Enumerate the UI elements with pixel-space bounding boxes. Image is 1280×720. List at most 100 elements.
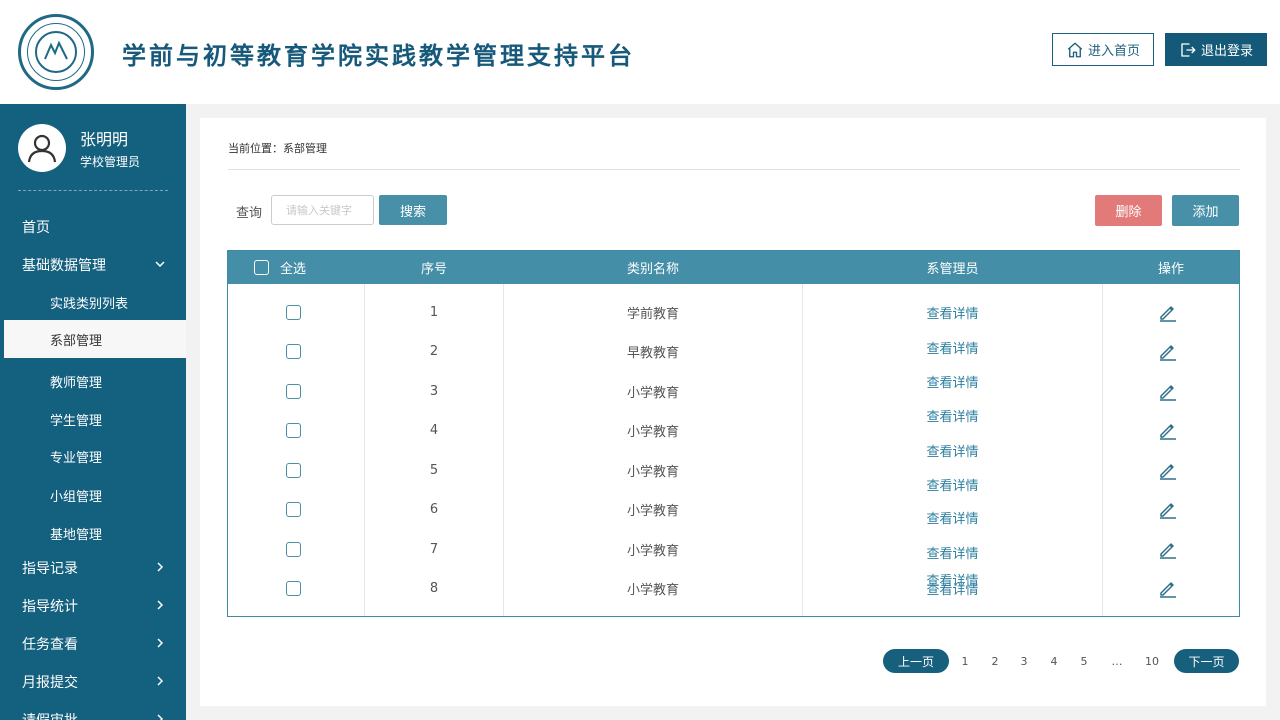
page-link[interactable]: 2 xyxy=(983,649,1007,673)
search-button[interactable]: 搜索 xyxy=(379,195,447,225)
sidebar-item-label: 月报提交 xyxy=(22,675,78,691)
main-card: 当前位置：系部管理 查询 搜索 删除 添加 全选 序号 类别名称 系管理员 操作… xyxy=(200,118,1266,706)
row-category-name: 小学教育 xyxy=(626,464,679,480)
logo-mark-icon xyxy=(44,40,68,60)
sidebar-item-label: 基地管理 xyxy=(50,527,103,543)
logout-button[interactable]: 退出登录 xyxy=(1165,33,1267,66)
sidebar-item-majors[interactable]: 专业管理 xyxy=(0,439,186,473)
row-checkbox[interactable] xyxy=(286,304,301,320)
row-no: 6 xyxy=(429,501,439,517)
row-checkbox[interactable] xyxy=(286,501,301,517)
sidebar-item-label: 系部管理 xyxy=(50,333,103,349)
user-icon xyxy=(27,134,57,163)
page-link[interactable]: 3 xyxy=(1012,649,1036,673)
view-details-link[interactable]: 查看详情 xyxy=(926,475,978,494)
header-operation: 操作 xyxy=(1157,262,1184,277)
sidebar-item-label: 教师管理 xyxy=(50,375,103,391)
row-checkbox[interactable] xyxy=(286,343,301,359)
edit-icon[interactable] xyxy=(1158,460,1178,480)
sidebar-item-teachers[interactable]: 教师管理 xyxy=(0,364,186,398)
chevron-right-icon xyxy=(157,714,164,720)
sidebar-item-bases[interactable]: 基地管理 xyxy=(0,516,186,550)
header-select-all: 全选 xyxy=(280,262,307,277)
row-checkbox[interactable] xyxy=(286,541,301,557)
sidebar-item-department[interactable]: 系部管理 xyxy=(4,320,186,358)
row-category-name: 小学教育 xyxy=(626,543,679,559)
search-input[interactable] xyxy=(271,195,374,225)
add-button[interactable]: 添加 xyxy=(1172,195,1239,226)
table-header: 全选 序号 类别名称 系管理员 操作 xyxy=(228,251,1239,284)
row-no: 5 xyxy=(429,462,439,478)
sidebar-item-label: 请假审批 xyxy=(22,710,78,720)
row-no: 4 xyxy=(429,422,439,438)
sidebar-item-students[interactable]: 学生管理 xyxy=(0,402,186,436)
view-details-link[interactable]: 查看详情 xyxy=(926,543,978,562)
edit-icon[interactable] xyxy=(1158,341,1178,361)
sidebar-item-label: 实践类别列表 xyxy=(50,296,129,312)
edit-icon[interactable] xyxy=(1158,420,1178,440)
next-page-button[interactable]: 下一页 xyxy=(1174,649,1239,673)
sidebar-item-guidance-records[interactable]: 指导记录 xyxy=(0,551,186,585)
breadcrumb-divider xyxy=(228,169,1240,170)
sidebar-item-label: 指导统计 xyxy=(22,599,78,615)
header: 学前与初等教育学院实践教学管理支持平台 进入首页 退出登录 xyxy=(0,0,1280,104)
row-category-name: 早教教育 xyxy=(626,345,679,361)
view-details-link[interactable]: 查看详情 xyxy=(926,441,978,460)
breadcrumb: 当前位置：系部管理 xyxy=(228,142,327,155)
select-all-checkbox[interactable] xyxy=(254,260,269,275)
row-checkbox[interactable] xyxy=(286,580,301,596)
search-label: 查询 xyxy=(236,206,263,221)
view-details-link[interactable]: 查看详情 xyxy=(926,406,978,425)
sidebar-item-guidance-stats[interactable]: 指导统计 xyxy=(0,589,186,623)
row-category-name: 学前教育 xyxy=(626,306,679,322)
view-details-link[interactable]: 查看详情 xyxy=(926,372,978,391)
logout-label: 退出登录 xyxy=(1200,44,1253,59)
sidebar-item-monthly-report[interactable]: 月报提交 xyxy=(0,665,186,699)
row-category-name: 小学教育 xyxy=(626,424,679,440)
row-category-name: 小学教育 xyxy=(626,385,679,401)
home-icon xyxy=(1067,42,1083,57)
sidebar-item-label: 首页 xyxy=(22,220,50,236)
sidebar-item-leave-approval[interactable]: 请假审批 xyxy=(0,703,186,720)
row-no: 8 xyxy=(429,580,439,596)
delete-button[interactable]: 删除 xyxy=(1095,195,1162,226)
header-category-name: 类别名称 xyxy=(626,262,679,277)
edit-icon[interactable] xyxy=(1158,539,1178,559)
page-link[interactable]: 10 xyxy=(1140,649,1164,673)
sidebar-item-groups[interactable]: 小组管理 xyxy=(0,478,186,512)
row-category-name: 小学教育 xyxy=(626,582,679,598)
page-ellipsis: … xyxy=(1111,654,1123,668)
view-details-link[interactable]: 查看详情 xyxy=(926,303,978,322)
select-all-header[interactable]: 全选 xyxy=(254,251,354,284)
sidebar-item-tasks[interactable]: 任务查看 xyxy=(0,627,186,661)
edit-icon[interactable] xyxy=(1158,381,1178,401)
page-link[interactable]: 5 xyxy=(1072,649,1096,673)
row-category-name: 小学教育 xyxy=(626,503,679,519)
edit-icon[interactable] xyxy=(1158,302,1178,322)
sidebar-item-basic-data[interactable]: 基础数据管理 xyxy=(0,248,186,282)
view-details-link[interactable]: 查看详情 xyxy=(926,508,978,527)
page-link[interactable]: 1 xyxy=(953,649,977,673)
chevron-right-icon xyxy=(157,676,164,686)
view-details-link[interactable]: 查看详情 xyxy=(926,338,978,357)
logout-icon xyxy=(1181,42,1196,57)
edit-icon[interactable] xyxy=(1158,499,1178,519)
sidebar-item-label: 指导记录 xyxy=(22,561,78,577)
view-details-link[interactable]: 查看详情 xyxy=(926,579,978,598)
row-checkbox[interactable] xyxy=(286,462,301,478)
sidebar-item-label: 小组管理 xyxy=(50,489,103,505)
sidebar-divider xyxy=(18,190,168,191)
sidebar-item-home[interactable]: 首页 xyxy=(0,210,186,244)
row-checkbox[interactable] xyxy=(286,383,301,399)
row-no: 1 xyxy=(429,304,439,320)
row-checkbox[interactable] xyxy=(286,422,301,438)
edit-icon[interactable] xyxy=(1158,578,1178,598)
table-row: 2 早教教育 查看详情 xyxy=(228,336,1239,366)
page-link[interactable]: 4 xyxy=(1042,649,1066,673)
header-dept-admin: 系管理员 xyxy=(926,262,979,277)
row-no: 3 xyxy=(429,383,439,399)
sidebar-item-practice-categories[interactable]: 实践类别列表 xyxy=(0,285,186,319)
prev-page-button[interactable]: 上一页 xyxy=(883,649,949,673)
department-table: 全选 序号 类别名称 系管理员 操作 1 学前教育 查看详情 2 早教教育 查看… xyxy=(227,250,1240,617)
enter-home-button[interactable]: 进入首页 xyxy=(1052,33,1154,66)
